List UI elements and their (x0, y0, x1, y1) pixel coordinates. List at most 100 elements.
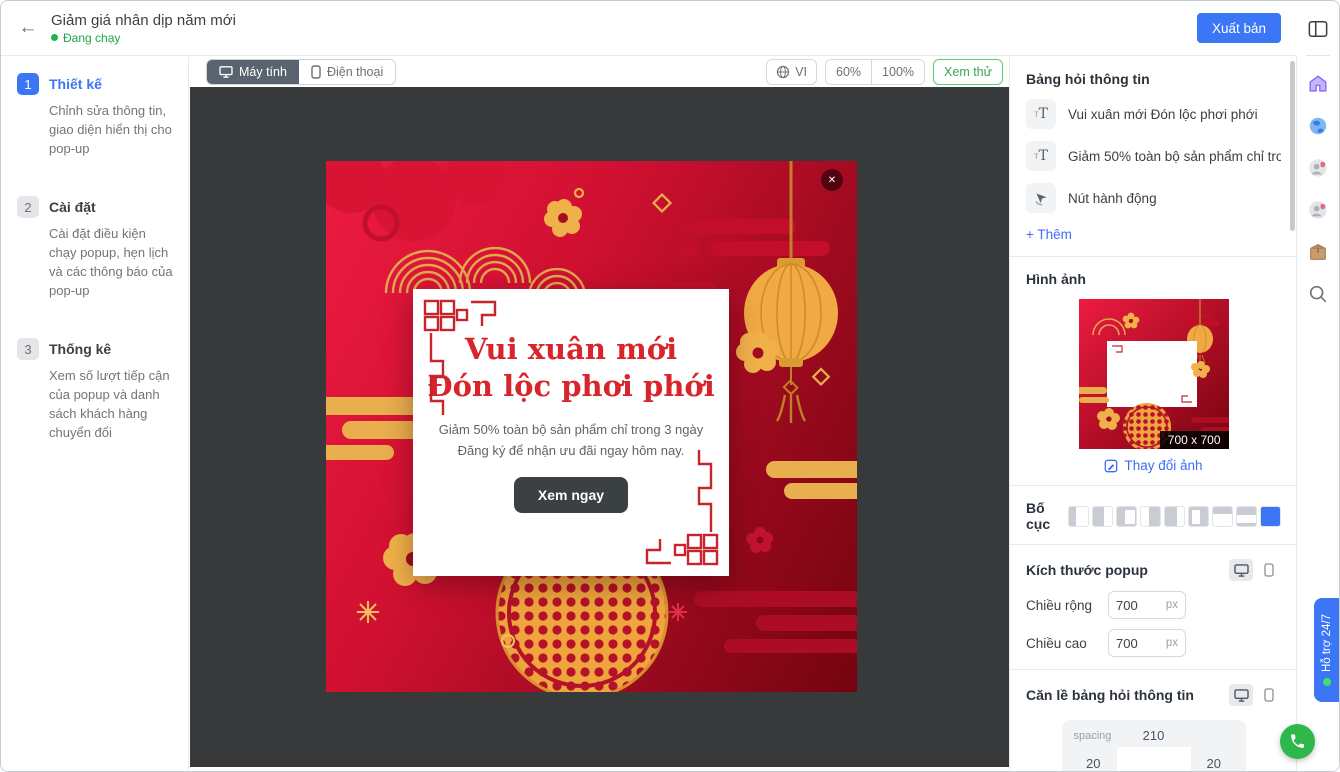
sparkle-decoration (357, 601, 514, 647)
red-cloud-decoration (326, 161, 506, 241)
step-number: 2 (17, 196, 39, 218)
section-title: Bảng hỏi thông tin (1026, 71, 1281, 87)
support-label: Hỗ trợ 24/7 (1321, 614, 1333, 672)
step-description: Cài đặt điều kiện chạy popup, hẹn lịch v… (49, 224, 175, 300)
desktop-chip[interactable] (1229, 559, 1253, 581)
package-icon[interactable] (1304, 238, 1332, 266)
layout-section: Bố cục (1010, 486, 1297, 545)
image-size-badge: 700 x 700 (1160, 431, 1229, 449)
sparkle-decoration (669, 603, 687, 621)
change-image-label: Thay đổi ảnh (1124, 458, 1202, 473)
status-label: Đang chạy (63, 31, 120, 45)
language-button[interactable]: VI (766, 59, 817, 85)
margin-left-value[interactable]: 20 (1086, 756, 1100, 771)
phone-call-button[interactable] (1280, 724, 1315, 759)
monitor-icon (1234, 689, 1249, 702)
phone-icon (311, 65, 321, 79)
margins-section: Căn lề bảng hỏi thông tin spacing 210 20 (1010, 670, 1297, 772)
globe-icon (776, 65, 790, 79)
avatar-app-icon[interactable] (1304, 154, 1332, 182)
image-thumbnail[interactable]: 700 x 700 (1079, 299, 1229, 449)
popup-description-line1: Giảm 50% toàn bộ sản phẩm chỉ trong 3 ng… (439, 422, 704, 437)
popup-card: Vui xuân mới Đón lộc phơi phới Giảm 50% … (413, 289, 729, 576)
layout-option-1[interactable] (1068, 506, 1089, 527)
layout-option-5[interactable] (1164, 506, 1185, 527)
mobile-chip[interactable] (1257, 559, 1281, 581)
step-title: Cài đặt (49, 199, 96, 215)
phone-icon (1264, 688, 1274, 702)
layout-options (1068, 506, 1281, 527)
zoom-60-button[interactable]: 60% (826, 60, 872, 84)
change-image-link[interactable]: Thay đổi ảnh (1026, 458, 1281, 473)
form-item-description[interactable]: тT Giảm 50% toàn bộ sản phẩm chỉ trong .… (1026, 141, 1281, 171)
campaign-title-block: Giảm giá nhân dịp năm mới Đang chạy (51, 12, 236, 45)
flower-decoration (544, 199, 582, 237)
add-element-link[interactable]: + Thêm (1026, 227, 1072, 242)
width-input[interactable] (1116, 598, 1156, 613)
avatar-app-icon[interactable] (1304, 196, 1332, 224)
layout-option-2[interactable] (1092, 506, 1113, 527)
tab-mobile[interactable]: Điện thoại (299, 60, 395, 84)
app-window: ← Giảm giá nhân dịp năm mới Đang chạy Xu… (0, 0, 1340, 772)
margin-right-value[interactable]: 20 (1207, 756, 1221, 771)
text-icon: тT (1026, 99, 1056, 129)
form-item-title[interactable]: тT Vui xuân mới Đón lộc phơi phới (1026, 99, 1281, 129)
status-dot-icon (51, 34, 58, 41)
corner-ornament-icon (625, 448, 721, 568)
width-label: Chiều rộng (1026, 598, 1098, 613)
tab-desktop[interactable]: Máy tính (207, 60, 299, 84)
popup-close-button[interactable]: ✕ (821, 169, 843, 191)
form-item-label: Giảm 50% toàn bộ sản phẩm chỉ trong ... (1068, 149, 1281, 164)
form-item-label: Vui xuân mới Đón lộc phơi phới (1068, 107, 1258, 122)
layout-option-3[interactable] (1116, 506, 1137, 527)
support-tab[interactable]: Hỗ trợ 24/7 (1314, 598, 1339, 702)
step-settings[interactable]: 2 Cài đặt Cài đặt điều kiện chạy popup, … (17, 196, 172, 300)
zoom-100-button[interactable]: 100% (872, 60, 924, 84)
layout-option-8[interactable] (1236, 506, 1257, 527)
section-title: Căn lề bảng hỏi thông tin (1026, 687, 1194, 703)
device-toggle: Máy tính Điện thoại (206, 59, 396, 85)
layout-option-7[interactable] (1212, 506, 1233, 527)
section-title: Hình ảnh (1026, 271, 1281, 287)
margin-top-value[interactable]: 210 (1143, 728, 1165, 743)
steps-sidebar: 1 Thiết kế Chỉnh sửa thông tin, giao diệ… (1, 57, 189, 772)
edit-icon (1104, 459, 1118, 473)
section-title: Kích thước popup (1026, 562, 1148, 578)
step-number: 3 (17, 338, 39, 360)
home-icon[interactable] (1304, 70, 1332, 98)
layout-option-6[interactable] (1188, 506, 1209, 527)
layout-option-9-selected[interactable] (1260, 506, 1281, 527)
popup-cta-button[interactable]: Xem ngay (514, 477, 628, 513)
step-number: 1 (17, 73, 39, 95)
desktop-chip[interactable] (1229, 684, 1253, 706)
page-title: Giảm giá nhân dịp năm mới (51, 12, 236, 29)
height-input[interactable] (1116, 636, 1156, 651)
design-canvas: ✕ Vui xuân mới Đón lộc phơi ph (190, 87, 1009, 767)
form-item-action-button[interactable]: Nút hành động (1026, 183, 1281, 213)
popup-preview[interactable]: ✕ Vui xuân mới Đón lộc phơi ph (326, 161, 857, 692)
step-statistics[interactable]: 3 Thống kê Xem số lượt tiếp cận của popu… (17, 338, 172, 442)
gold-cloud-decoration (766, 461, 857, 499)
back-icon[interactable]: ← (11, 11, 45, 45)
publish-button[interactable]: Xuất bản (1197, 13, 1281, 43)
monitor-icon (219, 66, 233, 78)
unit-label: px (1166, 599, 1178, 611)
mobile-chip[interactable] (1257, 684, 1281, 706)
preview-button[interactable]: Xem thử (933, 59, 1003, 85)
margin-center-input[interactable] (1117, 747, 1191, 772)
info-form-section: Bảng hỏi thông tin тT Vui xuân mới Đón l… (1010, 57, 1297, 257)
panel-toggle-icon[interactable] (1304, 15, 1332, 43)
online-dot-icon (1323, 678, 1331, 686)
red-cloud-decoration (694, 591, 857, 653)
width-field: px (1108, 591, 1186, 619)
step-title: Thiết kế (49, 76, 102, 92)
phone-handset-icon (1289, 733, 1306, 750)
unit-label: px (1166, 637, 1178, 649)
layout-option-4[interactable] (1140, 506, 1161, 527)
step-description: Chỉnh sửa thông tin, giao diện hiển thị … (49, 101, 175, 158)
globe-app-icon[interactable] (1304, 112, 1332, 140)
search-icon[interactable] (1304, 280, 1332, 308)
height-field: px (1108, 629, 1186, 657)
lantern-decoration (744, 161, 838, 423)
step-design[interactable]: 1 Thiết kế Chỉnh sửa thông tin, giao diệ… (17, 73, 172, 158)
